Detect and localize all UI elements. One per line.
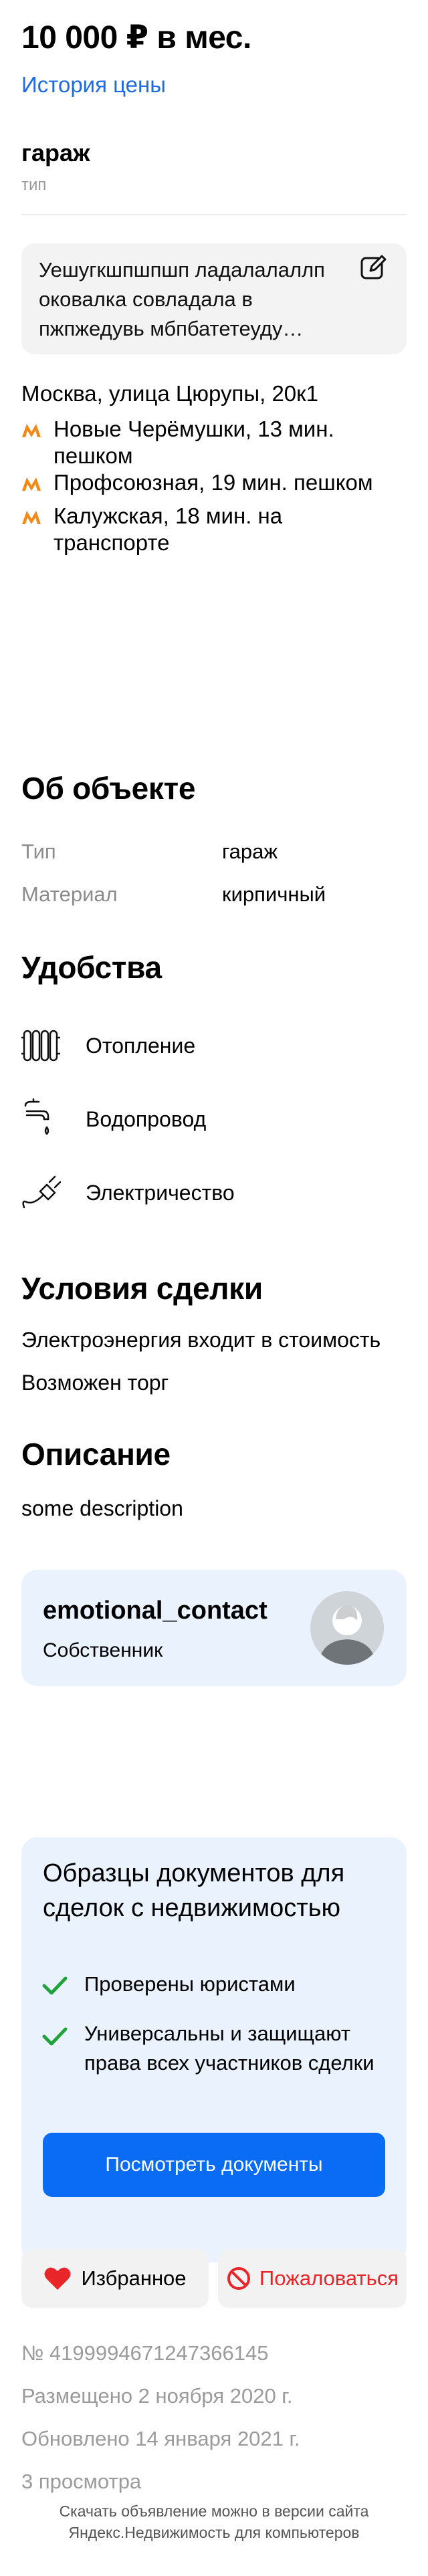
favorite-label: Избранное xyxy=(81,2266,187,2290)
documents-title: Образцы документов для сделок с недвижим… xyxy=(43,1859,345,1922)
views-count: 3 просмотра xyxy=(21,2470,142,2493)
deal-condition: Возможен торг xyxy=(21,1371,169,1395)
object-type-value: гараж xyxy=(21,139,90,166)
owner-name: emotional_contact xyxy=(43,1597,268,1625)
metro-station-text: Профсоюзная, 19 мин. пешком xyxy=(54,470,373,495)
spec-value-type: гараж xyxy=(222,840,278,863)
listing-id: № 4199994671247366145 xyxy=(21,2341,269,2365)
water-tap-icon xyxy=(24,1098,49,1135)
metro-station-text: Калужская, 18 мин. на транспорте xyxy=(54,503,283,555)
object-section-title: Об объекте xyxy=(21,771,196,806)
owner-role: Собственник xyxy=(43,1639,163,1661)
amenity-heating: Отопление xyxy=(86,1034,196,1058)
documents-check-text: Универсальны и защищают права всех участ… xyxy=(84,2022,374,2075)
checkmark-icon xyxy=(42,1976,68,1995)
metro-icon xyxy=(22,424,41,437)
metro-icon xyxy=(22,511,41,524)
desktop-version-note: Скачать объявление можно в версии сайта … xyxy=(0,2500,428,2543)
report-button[interactable]: Пожаловаться xyxy=(218,2249,407,2308)
note-text: Уешугкшпшпшп ладалалаллп оковалка совлад… xyxy=(39,258,325,340)
amenity-electricity: Электричество xyxy=(86,1181,235,1205)
documents-check-text: Проверены юристами xyxy=(84,1972,296,1996)
updated-date: Обновлено 14 января 2021 г. xyxy=(21,2427,300,2450)
deal-section-title: Условия сделки xyxy=(21,1271,263,1306)
address: Москва, улица Цюрупы, 20к1 xyxy=(21,381,318,406)
radiator-icon xyxy=(21,1030,60,1062)
amenity-water: Водопровод xyxy=(86,1107,207,1131)
object-type-label: тип xyxy=(21,176,47,194)
prohibited-icon xyxy=(227,2267,250,2290)
favorite-button[interactable]: Избранное xyxy=(21,2249,209,2308)
plug-icon xyxy=(22,1175,62,1209)
avatar[interactable] xyxy=(310,1591,384,1665)
spec-label-type: Тип xyxy=(21,840,56,863)
pencil-icon[interactable] xyxy=(358,253,388,282)
price: 10 000 ₽ в мес. xyxy=(21,20,251,55)
heart-icon xyxy=(44,2267,71,2290)
metro-icon xyxy=(22,477,41,491)
footer-line[interactable]: Яндекс.Недвижимость для компьютеров xyxy=(0,2522,428,2543)
spec-label-material: Материал xyxy=(21,883,118,906)
metro-station-text: Новые Черёмушки, 13 мин. пешком xyxy=(54,417,334,468)
checkmark-icon xyxy=(42,2027,68,2046)
divider xyxy=(21,214,407,215)
posted-date: Размещено 2 ноября 2020 г. xyxy=(21,2384,293,2408)
amenities-section-title: Удобства xyxy=(21,950,162,985)
description-section-title: Описание xyxy=(21,1437,171,1472)
spec-value-material: кирпичный xyxy=(222,883,326,906)
footer-line: Скачать объявление можно в версии сайта xyxy=(59,2502,369,2520)
report-label: Пожаловаться xyxy=(259,2266,399,2290)
price-history-link[interactable]: История цены xyxy=(21,72,166,98)
deal-condition: Электроэнергия входит в стоимость xyxy=(21,1328,381,1352)
view-documents-button[interactable]: Посмотреть документы xyxy=(43,2133,385,2197)
description-text: some description xyxy=(21,1496,183,1520)
